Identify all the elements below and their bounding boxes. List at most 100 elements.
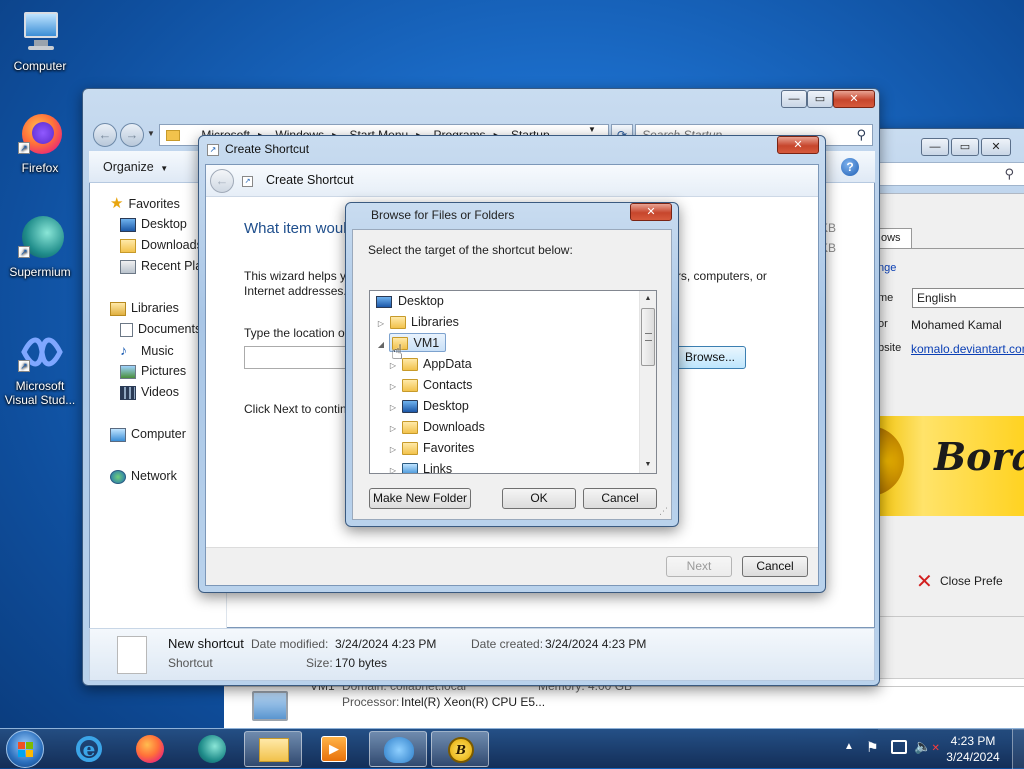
expand-arrow-icon[interactable]: ▷ [376, 313, 386, 334]
website-link[interactable]: komalo.deviantart.com [911, 342, 1024, 356]
tree-item-downloads[interactable]: ▷ Downloads [388, 417, 485, 438]
change-link[interactable]: nge [878, 262, 896, 274]
info-label: bsite [878, 342, 902, 354]
maximize-button[interactable]: ▭ [951, 138, 979, 156]
size-label: Size: [306, 656, 333, 670]
scroll-up-arrow[interactable]: ▲ [640, 291, 656, 307]
close-button[interactable]: ✕ [777, 136, 819, 154]
hand-cursor-icon: ☝ [391, 342, 404, 364]
network-icon [110, 469, 126, 484]
nav-network[interactable]: Network [110, 466, 177, 487]
scroll-down-arrow[interactable]: ▼ [640, 457, 656, 473]
make-new-folder-button[interactable]: Make New Folder [369, 488, 471, 509]
cancel-button[interactable]: Cancel [742, 556, 808, 577]
back-button[interactable]: ← [210, 169, 234, 193]
tab-fragment[interactable]: ows [878, 228, 912, 248]
browse-dialog[interactable]: Browse for Files or Folders ✕ Select the… [345, 202, 679, 527]
help-icon[interactable]: ? [841, 158, 859, 176]
address-dropdown-button[interactable]: ▼ [588, 125, 596, 134]
cancel-button[interactable]: Cancel [583, 488, 657, 509]
clock-time: 4:23 PM [950, 734, 996, 748]
browse-button[interactable]: Browse... [674, 346, 746, 369]
music-icon: ♪ [120, 342, 127, 358]
nav-videos[interactable]: Videos [120, 382, 179, 403]
folder-icon [166, 130, 180, 142]
desktop-icon-computer[interactable]: Computer [0, 8, 80, 73]
nav-computer[interactable]: Computer [110, 424, 186, 445]
expand-arrow-icon[interactable]: ▷ [388, 376, 398, 397]
search-icon: ⚲ [1004, 166, 1014, 181]
close-button[interactable]: ✕ [981, 138, 1011, 156]
tree-item-contacts[interactable]: ▷ Contacts [388, 375, 472, 396]
volume-muted-icon[interactable]: 🔈✕ [914, 738, 940, 755]
expand-arrow-icon[interactable]: ▷ [388, 460, 398, 473]
nav-favorites[interactable]: ★ Favorites [110, 193, 180, 214]
start-button[interactable] [6, 730, 44, 768]
taskbar-supermium[interactable] [183, 731, 241, 767]
resize-grip-icon[interactable]: ⋰ [659, 506, 668, 517]
tree-item-desktop[interactable]: Desktop [376, 291, 444, 312]
libraries-folder-icon [390, 316, 406, 330]
minimize-button[interactable]: — [781, 90, 807, 108]
desktop-icon [376, 295, 392, 308]
tree-item-favorites[interactable]: ▷ Favorites [388, 438, 474, 459]
taskbar-app[interactable] [369, 731, 427, 767]
maximize-button[interactable]: ▭ [807, 90, 833, 108]
taskbar-ie[interactable]: e [60, 731, 118, 767]
desktop-icon-visual-studio[interactable]: ↗ Microsoft Visual Stud... [0, 328, 80, 407]
desktop-icon-firefox[interactable]: ↗ Firefox [0, 110, 80, 175]
back-button[interactable]: ← [93, 123, 117, 147]
close-button[interactable]: ✕ [833, 90, 875, 108]
taskbar-explorer[interactable] [244, 731, 302, 767]
close-button[interactable]: ✕ [630, 203, 672, 221]
show-hidden-icons-button[interactable]: ▲ [844, 741, 854, 752]
show-desktop-button[interactable] [1012, 729, 1024, 769]
nav-downloads[interactable]: Downloads [120, 235, 203, 256]
author-value: Mohamed Kamal [911, 318, 1002, 332]
desktop-icon-supermium[interactable]: ↗ Supermium [0, 214, 80, 279]
modified-label: Date modified: [251, 637, 329, 651]
tree-item-vm1[interactable]: ◢ VM1 [376, 333, 447, 355]
forward-button[interactable]: → [120, 123, 144, 147]
nav-pictures[interactable]: Pictures [120, 361, 186, 382]
language-select[interactable]: English [912, 288, 1024, 308]
tree-item-libraries[interactable]: ▷ Libraries [376, 312, 459, 333]
expand-arrow-icon[interactable]: ▷ [388, 418, 398, 439]
close-preferences-button[interactable]: ✕ Close Prefe [916, 571, 1003, 593]
wizard-header: ← ↗ Create Shortcut [206, 165, 818, 197]
collapse-arrow-icon[interactable]: ◢ [376, 334, 386, 355]
background-window-search[interactable]: ⚲ [877, 162, 1024, 186]
nav-libraries[interactable]: Libraries [110, 298, 179, 319]
tree-scrollbar[interactable]: ▲ ▼ [639, 291, 656, 473]
taskbar-firefox[interactable] [121, 731, 179, 767]
computer-icon [16, 8, 64, 56]
search-icon: ⚲ [856, 127, 866, 142]
network-tray-icon[interactable] [891, 740, 907, 754]
nav-documents[interactable]: Documents [120, 319, 201, 340]
tree-item-links[interactable]: ▷ Links [388, 459, 452, 473]
folder-tree[interactable]: Desktop ▷ Libraries ◢ VM1 ▷ AppData ▷ Conta… [369, 290, 657, 474]
expand-arrow-icon[interactable]: ▷ [388, 397, 398, 418]
documents-icon [120, 322, 133, 337]
background-window[interactable]: — ▭ ✕ ⚲ ows nge me English or Mohamed Ka… [860, 128, 1024, 730]
desktop-icon-label: Supermium [9, 265, 71, 279]
ok-button[interactable]: OK [502, 488, 576, 509]
tree-item-desktop-sub[interactable]: ▷ Desktop [388, 396, 469, 417]
action-center-flag-icon[interactable]: ⚑ [866, 739, 879, 756]
taskbar-media[interactable]: ▶ [306, 731, 364, 767]
created-value: 3/24/2024 4:23 PM [545, 637, 647, 651]
minimize-button[interactable]: — [921, 138, 949, 156]
supermium-icon: ↗ [16, 214, 64, 262]
clock[interactable]: 4:23 PM 3/24/2024 [938, 733, 1008, 765]
recent-pages-dropdown[interactable]: ▼ [147, 129, 155, 138]
downloads-folder-icon [402, 421, 418, 435]
next-button[interactable]: Next [666, 556, 732, 577]
nav-desktop[interactable]: Desktop [120, 214, 187, 235]
background-window-content: ows nge me English or Mohamed Kamal bsit… [868, 193, 1024, 730]
expand-arrow-icon[interactable]: ▷ [388, 439, 398, 460]
organize-menu[interactable]: Organize ▼ [103, 160, 168, 174]
taskbar-bora[interactable]: B [431, 731, 489, 767]
nav-music[interactable]: ♪ Music [120, 340, 174, 361]
scroll-thumb[interactable] [641, 308, 655, 366]
favorites-folder-icon [402, 442, 418, 456]
